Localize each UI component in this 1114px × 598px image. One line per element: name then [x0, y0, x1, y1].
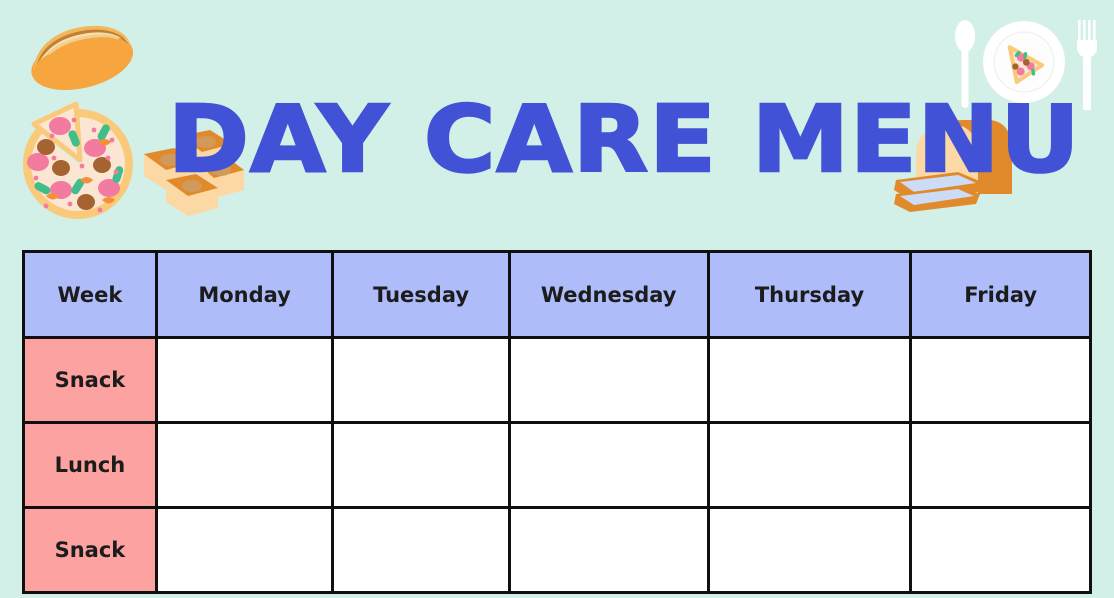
cell-lunch-wednesday[interactable] [507, 421, 710, 509]
pizza-icon [23, 101, 133, 219]
cell-snack-afternoon-thursday[interactable] [706, 506, 913, 594]
page-title: DAY CARE MENU [167, 85, 1081, 193]
cell-snack-afternoon-friday[interactable] [909, 506, 1092, 594]
hotdog-bun-icon [31, 26, 134, 91]
column-header-week: Week [22, 250, 158, 339]
column-header-monday: Monday [154, 250, 335, 339]
day-care-menu-table: Week Monday Tuesday Wednesday Thursday F… [22, 250, 1092, 594]
table-header-row: Week Monday Tuesday Wednesday Thursday F… [22, 250, 1092, 339]
menu-table-container: Week Monday Tuesday Wednesday Thursday F… [22, 250, 1092, 594]
column-header-wednesday: Wednesday [507, 250, 710, 339]
column-header-tuesday: Tuesday [331, 250, 511, 339]
header-banner: DAY CARE MENU [0, 0, 1114, 246]
cell-lunch-monday[interactable] [154, 421, 335, 509]
table-row: Snack [22, 506, 1092, 594]
cell-snack-afternoon-monday[interactable] [154, 506, 335, 594]
cell-lunch-friday[interactable] [909, 421, 1092, 509]
column-header-thursday: Thursday [706, 250, 913, 339]
row-label-lunch: Lunch [22, 421, 158, 509]
cell-snack-morning-wednesday[interactable] [507, 336, 710, 424]
cell-snack-afternoon-tuesday[interactable] [331, 506, 511, 594]
cell-snack-afternoon-wednesday[interactable] [507, 506, 710, 594]
cell-snack-morning-friday[interactable] [909, 336, 1092, 424]
cell-lunch-thursday[interactable] [706, 421, 913, 509]
cell-lunch-tuesday[interactable] [331, 421, 511, 509]
cell-snack-morning-thursday[interactable] [706, 336, 913, 424]
cell-snack-morning-tuesday[interactable] [331, 336, 511, 424]
column-header-friday: Friday [909, 250, 1092, 339]
cell-snack-morning-monday[interactable] [154, 336, 335, 424]
table-row: Lunch [22, 421, 1092, 509]
row-label-snack-afternoon: Snack [22, 506, 158, 594]
row-label-snack-morning: Snack [22, 336, 158, 424]
table-row: Snack [22, 336, 1092, 424]
